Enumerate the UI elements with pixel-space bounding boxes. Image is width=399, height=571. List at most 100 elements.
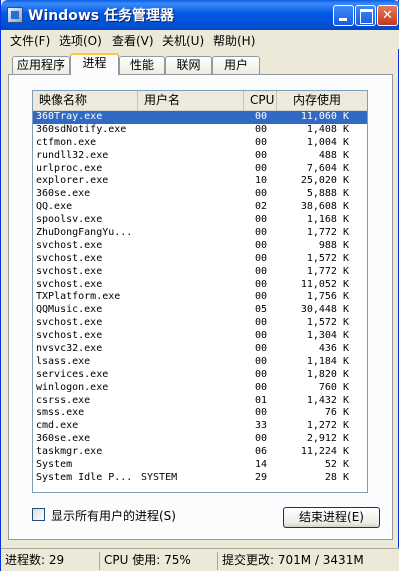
process-cpu-cell: 00	[255, 343, 268, 355]
process-cpu-cell: 06	[255, 446, 268, 458]
process-cpu-cell: 00	[255, 330, 268, 342]
process-name-cell: ctfmon.exe	[36, 136, 97, 148]
end-process-button[interactable]: 结束进程(E)	[283, 507, 380, 528]
tab-applications[interactable]: 应用程序	[12, 56, 70, 75]
process-memory-cell: 1,184 K	[306, 355, 349, 367]
process-name-cell: svchost.exe	[36, 265, 103, 277]
table-row[interactable]: svchost.exe 00 11,052 K	[33, 278, 367, 292]
process-name-cell: svchost.exe	[36, 278, 103, 290]
table-row[interactable]: svchost.exe 00 1,572 K	[33, 317, 367, 330]
maximize-button[interactable]	[355, 5, 376, 26]
process-cpu-cell: 00	[255, 227, 268, 239]
title-bar[interactable]: Windows 任务管理器 ✕	[1, 0, 399, 30]
menu-file[interactable]: 文件(F)	[10, 32, 50, 49]
table-row[interactable]: svchost.exe 00 1,572 K	[33, 253, 367, 266]
table-row[interactable]: smss.exe 00 76 K	[33, 407, 367, 420]
column-header-memory[interactable]: 内存使用	[277, 91, 367, 111]
tab-processes[interactable]: 进程	[70, 53, 119, 75]
process-name-cell: ZhuDongFangYu...	[36, 227, 133, 239]
menu-options[interactable]: 选项(O)	[59, 32, 102, 49]
process-name-cell: lsass.exe	[36, 355, 91, 367]
minimize-button[interactable]	[333, 5, 354, 26]
process-list-header: 映像名称 用户名 CPU 内存使用	[33, 91, 367, 111]
column-header-image-name[interactable]: 映像名称	[33, 91, 138, 111]
tab-strip: 应用程序 进程 性能 联网 用户	[1, 53, 399, 75]
status-process-count: 进程数: 29	[5, 553, 65, 567]
table-row[interactable]: TXPlatform.exe 00 1,756 K	[33, 291, 367, 304]
process-cpu-cell: 00	[255, 136, 268, 148]
close-button[interactable]: ✕	[377, 5, 398, 26]
process-memory-cell: 1,820 K	[306, 368, 349, 380]
table-row[interactable]: svchost.exe 00 988 K	[33, 239, 367, 253]
table-row[interactable]: services.exe 00 1,820 K	[33, 368, 367, 382]
table-row[interactable]: ctfmon.exe 00 1,004 K	[33, 136, 367, 150]
process-name-cell: svchost.exe	[36, 330, 103, 342]
process-cpu-cell: 00	[255, 317, 268, 329]
process-name-cell: explorer.exe	[36, 175, 109, 187]
process-name-cell: QQ.exe	[36, 201, 73, 213]
process-cpu-cell: 00	[255, 433, 268, 445]
menu-view[interactable]: 查看(V)	[112, 32, 154, 49]
status-cpu-usage: CPU 使用: 75%	[99, 552, 214, 570]
table-row[interactable]: nvsvc32.exe 00 436 K	[33, 343, 367, 356]
process-memory-cell: 7,604 K	[306, 162, 349, 174]
process-memory-cell: 11,224 K	[300, 446, 349, 458]
table-row[interactable]: svchost.exe 00 1,304 K	[33, 330, 367, 343]
process-memory-cell: 5,888 K	[306, 188, 349, 200]
process-cpu-cell: 14	[255, 459, 268, 471]
process-cpu-cell: 02	[255, 201, 268, 213]
process-memory-cell: 2,912 K	[306, 433, 349, 445]
table-row[interactable]: System Idle P... SYSTEM 29 28 K	[33, 472, 367, 485]
process-cpu-cell: 33	[255, 420, 268, 432]
column-header-cpu[interactable]: CPU	[244, 91, 277, 111]
table-row[interactable]: System 14 52 K	[33, 459, 367, 472]
process-cpu-cell: 00	[255, 111, 268, 122]
process-name-cell: taskmgr.exe	[36, 446, 103, 458]
table-row[interactable]: 360Tray.exe 00 11,060 K	[33, 111, 367, 124]
table-row[interactable]: winlogon.exe 00 760 K	[33, 382, 367, 395]
process-cpu-cell: 00	[255, 239, 268, 251]
table-row[interactable]: urlproc.exe 00 7,604 K	[33, 162, 367, 176]
table-row[interactable]: 360se.exe 00 5,888 K	[33, 188, 367, 201]
process-memory-cell: 38,608 K	[300, 201, 349, 213]
table-row[interactable]: QQMusic.exe 05 30,448 K	[33, 304, 367, 317]
process-cpu-cell: 00	[255, 368, 268, 380]
process-memory-cell: 25,020 K	[300, 175, 349, 187]
table-row[interactable]: svchost.exe 00 1,772 K	[33, 265, 367, 279]
process-name-cell: 360Tray.exe	[36, 111, 103, 122]
process-memory-cell: 1,772 K	[306, 227, 349, 239]
process-list[interactable]: 映像名称 用户名 CPU 内存使用 360Tray.exe 00 11,060 K3…	[32, 90, 368, 493]
table-row[interactable]: ZhuDongFangYu... 00 1,772 K	[33, 227, 367, 240]
show-all-users-label[interactable]: 显示所有用户的进程(S)	[51, 507, 176, 524]
process-cpu-cell: 01	[255, 394, 268, 406]
process-memory-cell: 1,004 K	[306, 136, 349, 148]
table-row[interactable]: taskmgr.exe 06 11,224 K	[33, 446, 367, 459]
show-all-users-checkbox[interactable]	[32, 508, 45, 521]
table-row[interactable]: lsass.exe 00 1,184 K	[33, 355, 367, 369]
table-row[interactable]: cmd.exe 33 1,272 K	[33, 420, 367, 433]
tab-users[interactable]: 用户	[212, 56, 260, 75]
tab-performance[interactable]: 性能	[119, 56, 165, 75]
table-row[interactable]: spoolsv.exe 00 1,168 K	[33, 214, 367, 227]
process-name-cell: services.exe	[36, 368, 109, 380]
menu-shutdown[interactable]: 关机(U)	[162, 32, 204, 49]
table-row[interactable]: csrss.exe 01 1,432 K	[33, 394, 367, 408]
menu-help[interactable]: 帮助(H)	[213, 32, 255, 49]
table-row[interactable]: explorer.exe 10 25,020 K	[33, 175, 367, 188]
table-row[interactable]: 360se.exe 00 2,912 K	[33, 433, 367, 446]
process-memory-cell: 52 K	[324, 459, 349, 471]
status-bar: 进程数: 29 CPU 使用: 75% 提交更改: 701M / 3431M	[1, 548, 399, 571]
table-row[interactable]: QQ.exe 02 38,608 K	[33, 201, 367, 214]
process-name-cell: QQMusic.exe	[36, 304, 103, 316]
task-manager-window: Windows 任务管理器 ✕ 文件(F) 选项(O) 查看(V) 关机(U) …	[0, 0, 399, 571]
column-header-user-name[interactable]: 用户名	[138, 91, 244, 111]
process-name-cell: svchost.exe	[36, 239, 103, 251]
process-memory-cell: 1,408 K	[306, 123, 349, 135]
process-cpu-cell: 00	[255, 407, 268, 419]
process-memory-cell: 988 K	[318, 239, 349, 251]
process-cpu-cell: 00	[255, 123, 268, 135]
table-row[interactable]: 360sdNotify.exe 00 1,408 K	[33, 123, 367, 137]
process-memory-cell: 1,168 K	[306, 214, 349, 226]
tab-networking[interactable]: 联网	[165, 56, 212, 75]
table-row[interactable]: rundll32.exe 00 488 K	[33, 150, 367, 163]
